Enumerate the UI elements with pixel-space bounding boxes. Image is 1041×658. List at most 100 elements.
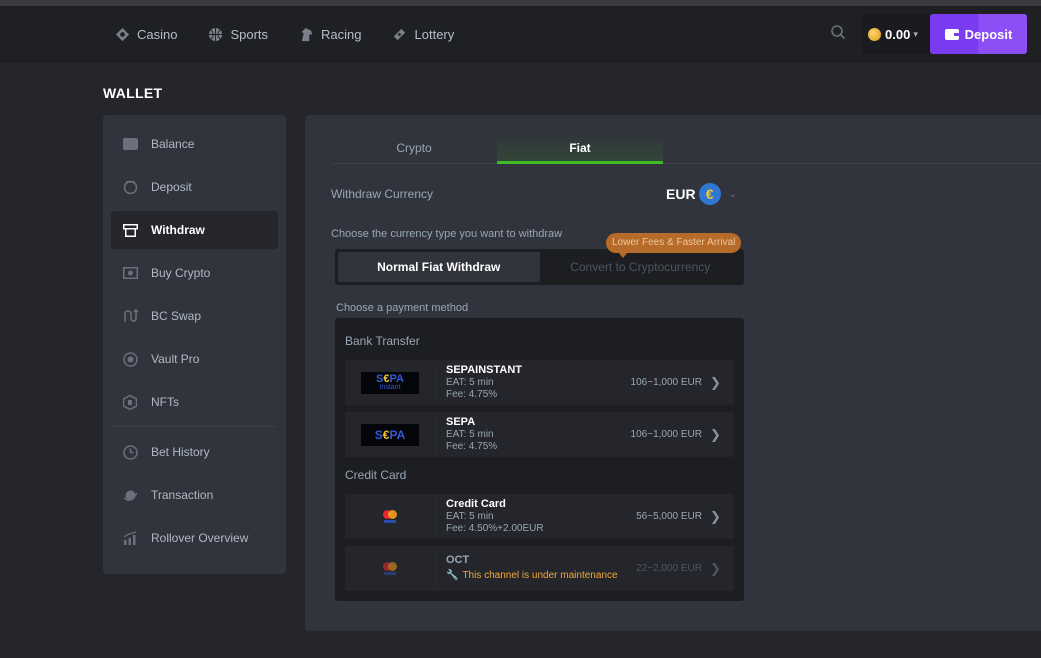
method-name: SEPAINSTANT [446, 364, 522, 376]
balance-selector[interactable]: 0.00 ▾ [862, 14, 930, 54]
sidebar-item-bet-history[interactable]: Bet History [111, 433, 278, 471]
sidebar-item-label: Withdraw [151, 223, 205, 237]
nav-lottery[interactable]: Lottery [392, 26, 455, 42]
sidebar-item-withdraw[interactable]: Withdraw [111, 211, 278, 249]
group-label-credit-card: Credit Card [345, 468, 407, 482]
method-name: SEPA [446, 416, 476, 428]
sports-icon [207, 26, 223, 42]
currency-tabs: Crypto Fiat [331, 133, 1041, 164]
payment-method-sepainstant[interactable]: S€PA Instant SEPAINSTANT EAT: 5 min Fee:… [345, 360, 734, 405]
swap-icon [122, 309, 138, 323]
vault-icon [122, 351, 138, 367]
search-icon [831, 25, 846, 40]
sidebar-item-balance[interactable]: Balance [111, 125, 278, 163]
promo-badge: Lower Fees & Faster Arrival [606, 233, 742, 258]
sidebar-item-label: Vault Pro [151, 352, 200, 366]
maintenance-text: This channel is under maintenance [462, 570, 618, 581]
payment-method-oct[interactable]: OCT 🔧 This channel is under maintenance 2… [345, 546, 734, 591]
divider [435, 417, 436, 452]
sepa-logo-instant: Instant [379, 383, 401, 391]
buy-crypto-icon [122, 266, 138, 280]
casino-icon [114, 26, 130, 42]
chevron-right-icon: ❯ [710, 560, 721, 576]
deposit-icon [122, 180, 138, 194]
method-eat: EAT: 5 min [446, 377, 494, 388]
divider [435, 499, 436, 534]
nav-casino-label: Casino [137, 26, 178, 42]
nft-icon [122, 394, 138, 410]
currency-select[interactable]: EUR € ⌄ [666, 183, 737, 205]
method-info: Credit Card EAT: 5 min Fee: 4.50%+2.00EU… [446, 498, 636, 535]
convert-to-crypto-option[interactable]: Convert to Cryptocurrency [540, 252, 742, 282]
lottery-icon [392, 26, 408, 42]
method-name: Credit Card [446, 498, 506, 510]
chevron-right-icon: ❯ [710, 426, 721, 442]
chevron-down-icon: ⌄ [728, 188, 737, 200]
transaction-icon [122, 488, 138, 502]
tab-fiat[interactable]: Fiat [497, 133, 663, 164]
method-info: OCT 🔧 This channel is under maintenance [446, 554, 636, 583]
chevron-right-icon: ❯ [710, 374, 721, 390]
clock-icon [122, 444, 138, 460]
nav-casino[interactable]: Casino [114, 26, 177, 42]
search-button[interactable] [830, 24, 848, 42]
tab-crypto[interactable]: Crypto [331, 133, 497, 163]
nav-racing-label: Racing [321, 26, 362, 42]
sepa-logo-pa: PA [389, 427, 406, 442]
logo-cell: S€PA Instant [345, 371, 435, 394]
sepa-logo-s: S [374, 427, 383, 442]
sidebar-item-label: Rollover Overview [151, 531, 249, 545]
withdraw-icon [122, 223, 138, 237]
method-eat: EAT: 5 min [446, 511, 494, 522]
method-info: SEPAINSTANT EAT: 5 min Fee: 4.75% [446, 364, 631, 401]
sidebar-item-label: NFTs [151, 395, 179, 409]
currency-type-label: Choose the currency type you want to wit… [331, 228, 563, 240]
deposit-button-label: Deposit [964, 26, 1013, 42]
sidebar-item-transaction[interactable]: Transaction [111, 476, 278, 514]
withdraw-panel: Crypto Fiat Withdraw Currency EUR € ⌄ Ch… [305, 115, 1041, 631]
wallet-icon [944, 29, 959, 40]
sepa-instant-logo: S€PA Instant [361, 371, 419, 394]
coin-icon [868, 27, 881, 41]
header: Casino Sports Racing Lottery 0.00 ▾ Depo… [0, 6, 1041, 62]
method-range: 106~1,000 EUR [630, 377, 702, 388]
sidebar-item-buy-crypto[interactable]: Buy Crypto [111, 254, 278, 292]
deposit-button[interactable]: Deposit [930, 14, 1027, 54]
racing-icon [298, 26, 314, 42]
method-range: 56~5,000 EUR [636, 511, 702, 522]
chevron-down-icon: ▾ [913, 28, 918, 39]
method-fee: Fee: 4.75% [446, 389, 498, 400]
nav-racing[interactable]: Racing [298, 26, 362, 42]
sidebar-item-deposit[interactable]: Deposit [111, 168, 278, 206]
nav-lottery-label: Lottery [414, 26, 455, 42]
sidebar-item-label: BC Swap [151, 309, 202, 323]
payment-method-sepa[interactable]: S€PA SEPA EAT: 5 min Fee: 4.75% 106~1,00… [345, 412, 734, 457]
method-eat: EAT: 5 min [446, 429, 494, 440]
sidebar-item-rollover-overview[interactable]: Rollover Overview [111, 519, 278, 557]
wrench-icon: 🔧 [446, 570, 459, 581]
method-info: SEPA EAT: 5 min Fee: 4.75% [446, 416, 631, 453]
sidebar-item-label: Bet History [151, 445, 210, 459]
sidebar-divider [113, 426, 276, 427]
method-fee: Fee: 4.50%+2.00EUR [446, 523, 544, 534]
chevron-right-icon: ❯ [710, 508, 721, 524]
sidebar-item-vault-pro[interactable]: Vault Pro [111, 340, 278, 378]
normal-fiat-withdraw-option[interactable]: Normal Fiat Withdraw [338, 252, 540, 282]
wallet-icon [122, 137, 138, 151]
sepa-logo: S€PA [361, 423, 419, 446]
method-range: 22~2,000 EUR [636, 563, 702, 574]
sidebar-item-label: Buy Crypto [151, 266, 211, 280]
divider [435, 365, 436, 400]
nav-sports[interactable]: Sports [207, 26, 268, 42]
page-title: WALLET [103, 85, 163, 101]
sidebar-item-nfts[interactable]: NFTs [111, 383, 278, 421]
nav-sports-label: Sports [230, 26, 269, 42]
balance-amount: 0.00 [885, 26, 911, 42]
maintenance-notice: 🔧 This channel is under maintenance [446, 569, 636, 583]
wallet-sidebar: Balance Deposit Withdraw Buy Crypto BC S… [103, 115, 286, 574]
mastercard-visa-icon [382, 509, 398, 524]
withdraw-currency-row: Withdraw Currency EUR € ⌄ [331, 181, 741, 207]
sidebar-item-bc-swap[interactable]: BC Swap [111, 297, 278, 335]
payment-method-credit-card[interactable]: Credit Card EAT: 5 min Fee: 4.50%+2.00EU… [345, 494, 734, 539]
logo-cell: S€PA [345, 423, 435, 446]
